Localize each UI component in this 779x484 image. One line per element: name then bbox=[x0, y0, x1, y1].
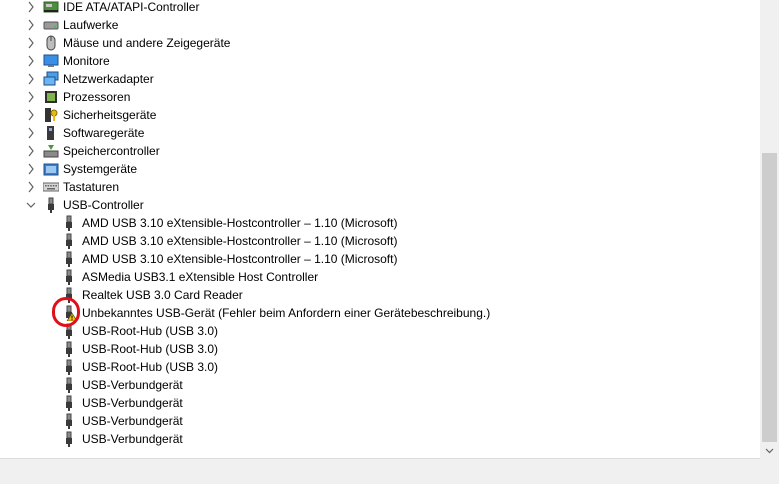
tree-device-row[interactable]: AMD USB 3.10 eXtensible-Hostcontroller –… bbox=[0, 214, 760, 232]
scrollbar-corner bbox=[760, 458, 779, 484]
security-device-icon bbox=[45, 108, 58, 122]
usb-icon bbox=[66, 269, 72, 285]
device-label: Unbekanntes USB-Gerät (Fehler beim Anfor… bbox=[82, 306, 491, 320]
usb-icon bbox=[66, 341, 72, 357]
tree-category-row[interactable]: Laufwerke bbox=[0, 16, 760, 34]
tree-device-row[interactable]: USB-Root-Hub (USB 3.0) bbox=[0, 358, 760, 376]
category-label: Netzwerkadapter bbox=[63, 72, 154, 86]
tree-category-row[interactable]: Speichercontroller bbox=[0, 142, 760, 160]
chevron-right-icon[interactable] bbox=[26, 19, 36, 31]
usb-icon bbox=[66, 395, 72, 411]
device-label: ASMedia USB3.1 eXtensible Host Controlle… bbox=[82, 270, 319, 284]
usb-icon bbox=[66, 431, 72, 447]
category-label: Sicherheitsgeräte bbox=[63, 108, 157, 122]
tree-device-row[interactable]: ASMedia USB3.1 eXtensible Host Controlle… bbox=[0, 268, 760, 286]
tree-category-row[interactable]: Tastaturen bbox=[0, 178, 760, 196]
tree-device-row[interactable]: USB-Root-Hub (USB 3.0) bbox=[0, 322, 760, 340]
tree-category-row[interactable]: Prozessoren bbox=[0, 88, 760, 106]
category-label: Systemgeräte bbox=[63, 162, 138, 176]
tree-device-row[interactable]: USB-Verbundgerät bbox=[0, 394, 760, 412]
chevron-right-icon[interactable] bbox=[26, 55, 36, 67]
usb-icon bbox=[66, 377, 72, 393]
device-label: AMD USB 3.10 eXtensible-Hostcontroller –… bbox=[82, 252, 398, 266]
tree-device-row[interactable]: Realtek USB 3.0 Card Reader bbox=[0, 286, 760, 304]
device-label: Realtek USB 3.0 Card Reader bbox=[82, 288, 243, 302]
usb-icon bbox=[66, 215, 72, 231]
device-label: USB-Root-Hub (USB 3.0) bbox=[82, 324, 219, 338]
tree-category-row[interactable]: USB-Controller bbox=[0, 196, 760, 214]
tree-category-row[interactable]: Monitore bbox=[0, 52, 760, 70]
keyboard-icon bbox=[43, 182, 59, 192]
category-label: Monitore bbox=[63, 54, 110, 68]
ide-controller-icon bbox=[43, 1, 59, 13]
mouse-icon bbox=[46, 35, 56, 51]
category-label: Prozessoren bbox=[63, 90, 131, 104]
device-label: USB-Verbundgerät bbox=[82, 396, 183, 410]
vertical-scrollbar[interactable] bbox=[760, 0, 779, 458]
chevron-right-icon[interactable] bbox=[26, 127, 36, 139]
tree-device-row[interactable]: USB-Verbundgerät bbox=[0, 430, 760, 448]
tree-device-row[interactable]: AMD USB 3.10 eXtensible-Hostcontroller –… bbox=[0, 250, 760, 268]
chevron-down-icon[interactable] bbox=[26, 199, 36, 211]
device-label: USB-Verbundgerät bbox=[82, 378, 183, 392]
processor-icon bbox=[45, 91, 57, 103]
category-label: Laufwerke bbox=[63, 18, 119, 32]
tree-category-row[interactable]: Netzwerkadapter bbox=[0, 70, 760, 88]
tree-device-row[interactable]: USB-Verbundgerät bbox=[0, 376, 760, 394]
horizontal-scrollbar[interactable] bbox=[0, 458, 760, 484]
red-highlight-circle bbox=[52, 297, 80, 327]
chevron-right-icon[interactable] bbox=[26, 145, 36, 157]
usb-icon bbox=[66, 251, 72, 267]
category-label: Mäuse und andere Zeigegeräte bbox=[63, 36, 231, 50]
tree-category-row[interactable]: Systemgeräte bbox=[0, 160, 760, 178]
tree-category-row[interactable]: IDE ATA/ATAPI-Controller bbox=[0, 0, 760, 16]
tree-device-row[interactable]: USB-Verbundgerät bbox=[0, 412, 760, 430]
category-label: Softwaregeräte bbox=[63, 126, 145, 140]
tree-category-row[interactable]: Mäuse und andere Zeigegeräte bbox=[0, 34, 760, 52]
device-label: USB-Verbundgerät bbox=[82, 432, 183, 446]
tree-device-row-warning[interactable]: Unbekanntes USB-Gerät (Fehler beim Anfor… bbox=[0, 304, 760, 322]
chevron-right-icon[interactable] bbox=[26, 163, 36, 175]
device-label: AMD USB 3.10 eXtensible-Hostcontroller –… bbox=[82, 216, 398, 230]
usb-icon bbox=[66, 413, 72, 429]
category-label: Tastaturen bbox=[63, 180, 120, 194]
chevron-right-icon[interactable] bbox=[26, 1, 36, 13]
device-tree[interactable]: IDE ATA/ATAPI-Controller Laufwerke Mäuse u… bbox=[0, 0, 760, 458]
category-label: USB-Controller bbox=[63, 198, 144, 212]
tree-category-row[interactable]: Softwaregeräte bbox=[0, 124, 760, 142]
chevron-right-icon[interactable] bbox=[26, 73, 36, 85]
usb-icon bbox=[66, 233, 72, 249]
storage-controller-icon bbox=[43, 145, 59, 158]
chevron-right-icon[interactable] bbox=[26, 181, 36, 193]
usb-icon bbox=[66, 359, 72, 375]
device-label: USB-Root-Hub (USB 3.0) bbox=[82, 360, 219, 374]
scrollbar-thumb[interactable] bbox=[762, 153, 777, 442]
device-label: USB-Root-Hub (USB 3.0) bbox=[82, 342, 219, 356]
category-label: IDE ATA/ATAPI-Controller bbox=[63, 0, 200, 14]
monitor-icon bbox=[43, 54, 59, 67]
tree-device-row[interactable]: USB-Root-Hub (USB 3.0) bbox=[0, 340, 760, 358]
network-adapter-icon bbox=[43, 71, 59, 86]
tree-category-row[interactable]: Sicherheitsgeräte bbox=[0, 106, 760, 124]
software-device-icon bbox=[47, 126, 54, 140]
system-device-icon bbox=[43, 163, 59, 176]
disk-drive-icon bbox=[43, 21, 59, 30]
category-label: Speichercontroller bbox=[63, 144, 160, 158]
device-label: AMD USB 3.10 eXtensible-Hostcontroller –… bbox=[82, 234, 398, 248]
chevron-right-icon[interactable] bbox=[26, 91, 36, 103]
scroll-down-arrow-icon[interactable] bbox=[760, 444, 779, 458]
chevron-right-icon[interactable] bbox=[26, 37, 36, 49]
device-label: USB-Verbundgerät bbox=[82, 414, 183, 428]
usb-icon bbox=[48, 197, 54, 213]
tree-device-row[interactable]: AMD USB 3.10 eXtensible-Hostcontroller –… bbox=[0, 232, 760, 250]
chevron-right-icon[interactable] bbox=[26, 109, 36, 121]
